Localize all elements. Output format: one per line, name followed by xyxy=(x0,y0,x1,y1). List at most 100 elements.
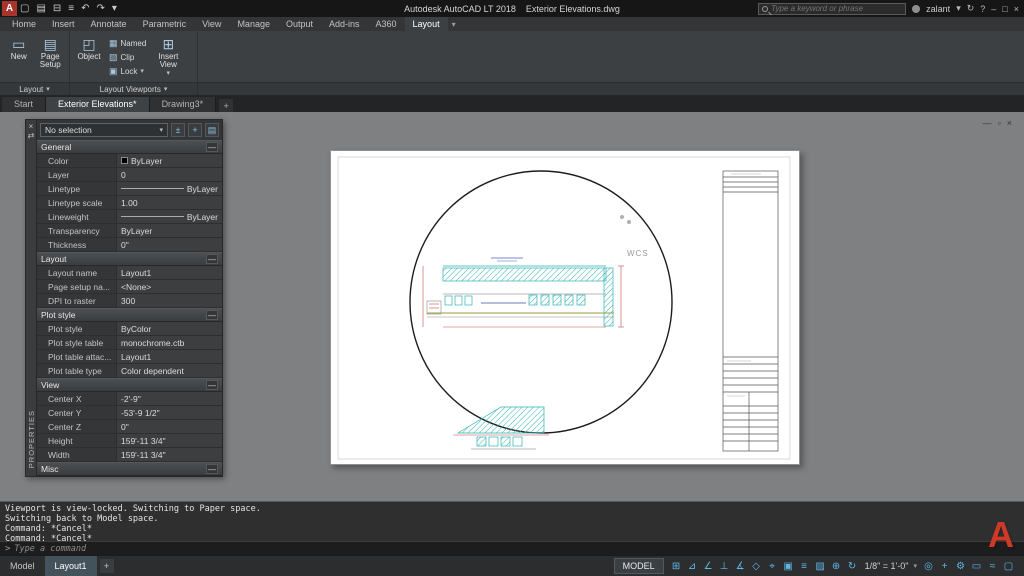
new-layout-button[interactable]: + xyxy=(100,559,114,573)
clean-screen-icon[interactable]: ▢ xyxy=(1001,561,1016,572)
autocad-app-icon[interactable]: A xyxy=(2,1,17,16)
object-viewport-button[interactable]: ◰ Object xyxy=(73,33,105,61)
property-row-linetype[interactable]: LinetypeByLayer xyxy=(37,182,222,196)
tab-start[interactable]: Start xyxy=(2,97,46,112)
property-row-plot-style-table[interactable]: Plot style tablemonochrome.ctb xyxy=(37,336,222,350)
grid-icon[interactable]: ⊞ xyxy=(669,561,684,572)
tab-drawing3[interactable]: Drawing3* xyxy=(150,97,217,112)
open-file-icon[interactable]: ▤ xyxy=(36,3,45,14)
window-close-icon[interactable]: × xyxy=(1014,4,1019,14)
lock-dropdown-icon[interactable]: ▾ xyxy=(140,67,144,75)
ribbon-tab-output[interactable]: Output xyxy=(278,17,321,31)
lineweight-icon[interactable]: ≡ xyxy=(797,561,812,572)
qat-dropdown-icon[interactable]: ▾ xyxy=(112,3,117,14)
model-space-tab[interactable]: Model xyxy=(0,556,45,576)
property-row-dpi[interactable]: DPI to raster300 xyxy=(37,294,222,308)
collapse-icon[interactable]: — xyxy=(206,142,218,152)
window-minimize-icon[interactable]: – xyxy=(991,4,996,14)
property-row-plot-style[interactable]: Plot styleByColor xyxy=(37,322,222,336)
autosnap-tracking-icon[interactable]: ⌖ xyxy=(765,561,780,572)
section-view[interactable]: View— xyxy=(37,378,222,392)
property-row-transparency[interactable]: TransparencyByLayer xyxy=(37,224,222,238)
plot-icon[interactable]: ≡ xyxy=(68,3,74,14)
isodraft-icon[interactable]: ◇ xyxy=(749,561,764,572)
help-icon[interactable]: ? xyxy=(980,4,985,14)
ribbon-tab-annotate[interactable]: Annotate xyxy=(83,17,135,31)
redo-icon[interactable]: ↷ xyxy=(97,3,105,14)
panel-label-layout[interactable]: Layout ▾ xyxy=(0,83,70,95)
property-row-layer[interactable]: Layer0 xyxy=(37,168,222,182)
annotation-monitor-icon[interactable]: ▭ xyxy=(969,561,984,572)
sync-icon[interactable]: ↻ xyxy=(967,3,975,14)
new-file-icon[interactable]: ▢ xyxy=(20,3,29,14)
panel-expand-icon[interactable]: ▾ xyxy=(164,85,168,93)
property-row-color[interactable]: ColorByLayer xyxy=(37,154,222,168)
palette-close-icon[interactable]: × xyxy=(29,122,34,131)
annotation-scale-dropdown-icon[interactable]: ▾ xyxy=(913,562,920,570)
ribbon-tab-addins[interactable]: Add-ins xyxy=(321,17,368,31)
new-drawing-tab-button[interactable]: + xyxy=(219,99,233,112)
viewport-restore-icon[interactable]: ▫ xyxy=(998,118,1001,128)
select-objects-icon[interactable]: + xyxy=(188,123,202,137)
ribbon-display-toggle-icon[interactable]: ▾ xyxy=(448,17,460,31)
selection-cycling-icon[interactable]: ⊕ xyxy=(829,561,844,572)
selection-dropdown[interactable]: No selection ▾ xyxy=(40,123,168,137)
save-icon[interactable]: ⊟ xyxy=(53,3,61,14)
toggle-pickadd-icon[interactable]: ± xyxy=(171,123,185,137)
command-input[interactable] xyxy=(14,544,1019,554)
dynamic-ucs-icon[interactable]: ↻ xyxy=(845,561,860,572)
ribbon-tab-home[interactable]: Home xyxy=(4,17,44,31)
property-row-plot-table-type[interactable]: Plot table typeColor dependent xyxy=(37,364,222,378)
section-general[interactable]: General— xyxy=(37,140,222,154)
annotation-scale[interactable]: 1/8" = 1'-0" xyxy=(861,561,913,571)
property-row-center-z[interactable]: Center Z0" xyxy=(37,420,222,434)
paper-sheet[interactable]: WCS xyxy=(330,150,800,465)
clip-viewport-button[interactable]: ▧ Clip xyxy=(107,51,148,63)
command-history[interactable]: Viewport is view-locked. Switching to Pa… xyxy=(0,501,1024,541)
property-row-thickness[interactable]: Thickness0" xyxy=(37,238,222,252)
ribbon-tab-insert[interactable]: Insert xyxy=(44,17,83,31)
section-layout[interactable]: Layout— xyxy=(37,252,222,266)
paper-model-toggle[interactable]: MODEL xyxy=(614,558,664,574)
ribbon-tab-view[interactable]: View xyxy=(194,17,229,31)
property-row-lineweight[interactable]: LineweightByLayer xyxy=(37,210,222,224)
collapse-icon[interactable]: — xyxy=(206,464,218,474)
signin-dropdown-icon[interactable]: ▾ xyxy=(956,3,961,14)
ribbon-tab-a360[interactable]: A360 xyxy=(368,17,405,31)
new-viewport-button[interactable]: ▭ New xyxy=(3,33,35,61)
palette-title-strip[interactable]: × ⇄ PROPERTIES xyxy=(25,119,36,477)
ribbon-tab-layout[interactable]: Layout xyxy=(405,17,448,31)
undo-icon[interactable]: ↶ xyxy=(81,3,89,14)
autoscale-icon[interactable]: + xyxy=(937,561,952,572)
polar-tracking-icon[interactable]: ∡ xyxy=(733,561,748,572)
property-row-center-x[interactable]: Center X-2'-9" xyxy=(37,392,222,406)
annotation-visibility-icon[interactable]: ◎ xyxy=(921,561,936,572)
signin-user[interactable]: zalant xyxy=(926,4,950,14)
page-setup-button[interactable]: ▤ Page Setup xyxy=(35,33,67,69)
search-input[interactable] xyxy=(771,4,902,13)
collapse-icon[interactable]: — xyxy=(206,380,218,390)
property-row-linetype-scale[interactable]: Linetype scale1.00 xyxy=(37,196,222,210)
property-row-plot-table-attached[interactable]: Plot table attac...Layout1 xyxy=(37,350,222,364)
property-row-layout-name[interactable]: Layout nameLayout1 xyxy=(37,266,222,280)
help-search-box[interactable] xyxy=(758,3,906,15)
section-misc[interactable]: Misc— xyxy=(37,462,222,476)
insert-view-dropdown-icon[interactable]: ▾ xyxy=(167,70,171,78)
palette-autohide-icon[interactable]: ⇄ xyxy=(28,131,35,140)
panel-label-layout-viewports[interactable]: Layout Viewports ▾ xyxy=(70,83,198,95)
infer-constraints-icon[interactable]: ∠ xyxy=(701,561,716,572)
panel-expand-icon[interactable]: ▾ xyxy=(46,85,50,93)
named-viewports-button[interactable]: ▦ Named xyxy=(107,37,148,49)
property-row-height[interactable]: Height159'-11 3/4" xyxy=(37,434,222,448)
ribbon-tab-manage[interactable]: Manage xyxy=(229,17,278,31)
insert-view-button[interactable]: ⊞ Insert View ▾ xyxy=(150,33,186,78)
lock-viewport-button[interactable]: ▣ Lock ▾ xyxy=(107,65,148,77)
property-row-page-setup[interactable]: Page setup na...<None> xyxy=(37,280,222,294)
ribbon-tab-parametric[interactable]: Parametric xyxy=(135,17,195,31)
collapse-icon[interactable]: — xyxy=(206,254,218,264)
property-row-width[interactable]: Width159'-11 3/4" xyxy=(37,448,222,462)
quick-select-icon[interactable]: ▤ xyxy=(205,123,219,137)
section-plot-style[interactable]: Plot style— xyxy=(37,308,222,322)
hardware-acceleration-icon[interactable]: ≈ xyxy=(985,561,1000,572)
ortho-icon[interactable]: ⊥ xyxy=(717,561,732,572)
